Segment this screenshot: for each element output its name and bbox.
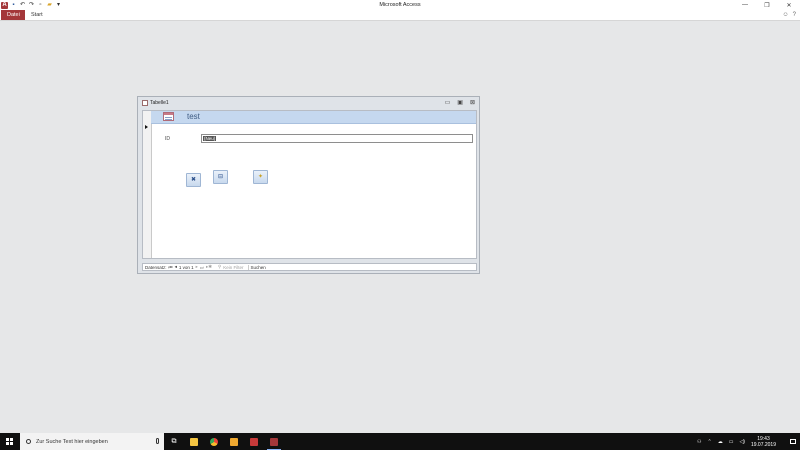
open-icon[interactable]: ▰: [46, 2, 53, 9]
previous-record-button[interactable]: ◂: [175, 264, 177, 270]
form-header-title: test: [187, 112, 200, 121]
form-icon: [142, 99, 148, 106]
notification-center-button[interactable]: [786, 433, 800, 450]
window-controls: — ❐ ✕: [734, 0, 800, 10]
record-position-field[interactable]: 1 von 1: [179, 265, 194, 270]
form-maximize-button[interactable]: ▣: [457, 99, 463, 106]
save-record-icon: ⊟: [217, 174, 224, 180]
record-label: Datensatz:: [145, 264, 167, 270]
system-tray: ⚇ ⌃ ☁ ▭ ◁) 19:43 19.07.2019: [697, 433, 800, 450]
help-icon[interactable]: ?: [793, 12, 796, 18]
last-record-button[interactable]: ⏭: [200, 265, 204, 270]
save-record-button[interactable]: ⊟: [213, 170, 228, 184]
new-record-nav-button[interactable]: ▸✱: [206, 264, 212, 270]
access-icon[interactable]: [264, 433, 284, 450]
undo-icon[interactable]: ↶: [19, 2, 26, 9]
volume-icon[interactable]: ◁): [739, 439, 745, 445]
tab-start[interactable]: Start: [25, 10, 49, 20]
filter-icon: ⚲: [217, 264, 222, 269]
first-record-button[interactable]: ⏮: [169, 265, 173, 270]
notification-icon: [790, 439, 796, 444]
id-field-value: (Neu): [203, 136, 217, 141]
feedback-icon[interactable]: ☺: [783, 12, 789, 18]
app-title: Microsoft Access: [379, 2, 421, 8]
save-icon[interactable]: ▪: [10, 2, 17, 9]
form-window-title-bar[interactable]: Tabelle1 ▭ ▣ ⊠: [138, 97, 479, 108]
folder-icon[interactable]: [224, 433, 244, 450]
minimize-button[interactable]: —: [734, 0, 756, 10]
delete-record-button[interactable]: ✖: [186, 173, 201, 187]
id-label: ID: [165, 136, 170, 142]
taskbar-search[interactable]: Zur Suche Text hier eingeben: [20, 433, 164, 450]
current-record-arrow-icon: [145, 125, 148, 129]
show-hidden-icons-icon[interactable]: ⌃: [708, 439, 712, 445]
start-button[interactable]: [0, 433, 18, 450]
microphone-icon[interactable]: [156, 438, 159, 444]
restore-button[interactable]: ❐: [756, 0, 778, 10]
title-bar: A ▪ ↶ ↷ ▫ ▰ ▾ Microsoft Access — ❐ ✕: [0, 0, 800, 10]
task-view-icon[interactable]: ⧉: [164, 433, 184, 450]
people-icon[interactable]: ⚇: [697, 439, 701, 445]
redo-icon[interactable]: ↷: [28, 2, 35, 9]
windows-logo-icon: [5, 438, 13, 445]
form-window-controls: ▭ ▣ ⊠: [445, 97, 475, 108]
delete-icon: ✖: [190, 177, 197, 183]
record-navigation-bar: Datensatz: ⏮ ◂ 1 von 1 ▸ ⏭ ▸✱ ⚲ Kein Fil…: [142, 263, 477, 271]
chrome-icon[interactable]: [204, 433, 224, 450]
id-field[interactable]: (Neu): [201, 134, 473, 143]
form-header: test: [151, 111, 476, 124]
form-window: Tabelle1 ▭ ▣ ⊠ test ID (Neu) ✖ ⊟ ✦ Daten…: [137, 96, 480, 274]
clock[interactable]: 19:43 19.07.2019: [751, 436, 776, 448]
access-logo-icon: A: [1, 1, 8, 9]
ribbon-tab-row: Datei Start ☺ ?: [0, 10, 800, 21]
taskbar: Zur Suche Text hier eingeben ⧉ ⚇ ⌃ ☁ ▭ ◁…: [0, 433, 800, 450]
new-icon[interactable]: ▫: [37, 2, 44, 9]
word-icon[interactable]: [244, 433, 264, 450]
ribbon-right-icons: ☺ ?: [783, 10, 796, 20]
filter-toggle[interactable]: Kein Filter: [223, 265, 243, 270]
taskbar-search-placeholder: Zur Suche Text hier eingeben: [36, 438, 108, 445]
new-record-icon: ✦: [257, 174, 264, 180]
customize-icon[interactable]: ▾: [55, 2, 62, 9]
form-minimize-button[interactable]: ▭: [445, 99, 451, 106]
quick-access-toolbar: A ▪ ↶ ↷ ▫ ▰ ▾: [0, 0, 62, 10]
form-close-button[interactable]: ⊠: [470, 99, 475, 106]
form-header-icon: [163, 112, 174, 121]
onedrive-icon[interactable]: ☁: [718, 439, 723, 445]
search-box[interactable]: Suchen: [247, 264, 279, 270]
clock-date: 19.07.2019: [750, 441, 776, 448]
form-window-title: Tabelle1: [150, 99, 169, 106]
file-explorer-icon[interactable]: [184, 433, 204, 450]
cortana-icon: [26, 439, 31, 444]
new-record-button[interactable]: ✦: [253, 170, 268, 184]
network-icon[interactable]: ▭: [729, 439, 734, 445]
record-selector[interactable]: [143, 111, 152, 258]
close-button[interactable]: ✕: [778, 0, 800, 10]
form-body: test ID (Neu) ✖ ⊟ ✦: [142, 110, 477, 259]
tab-file[interactable]: Datei: [1, 10, 25, 20]
next-record-button[interactable]: ▸: [196, 264, 198, 270]
